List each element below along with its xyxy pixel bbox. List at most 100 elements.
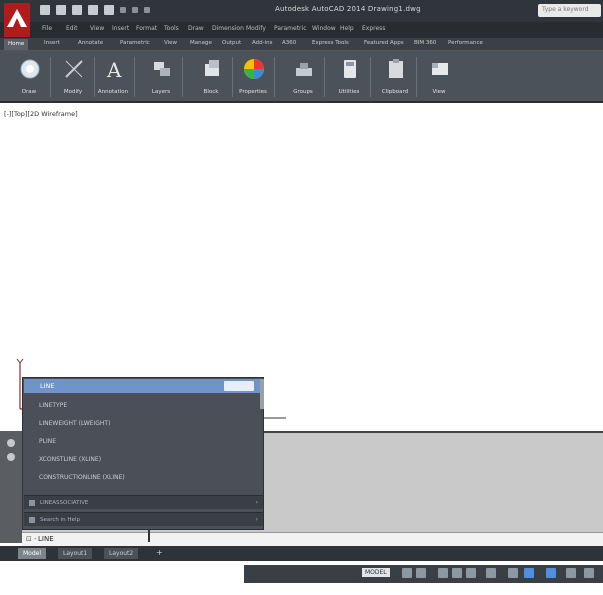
autocomplete-selected-item[interactable]: LINE — [24, 379, 260, 393]
autocomplete-selected-label: LINE — [40, 382, 55, 390]
viewport-controls[interactable]: [-][Top][2D Wireframe] — [4, 110, 78, 118]
autocomplete-section-label: Search in Help — [40, 517, 80, 523]
ribbon-separator — [50, 57, 51, 97]
ribbon-panel-label: Block — [203, 89, 219, 95]
tab-model[interactable]: Model — [18, 548, 47, 559]
tab-output[interactable]: Output — [222, 40, 241, 46]
menu-item[interactable]: Format — [136, 25, 157, 32]
utilities-icon — [339, 58, 361, 80]
search-input[interactable]: Type a keyword — [538, 4, 601, 17]
save-as-icon[interactable] — [88, 5, 98, 15]
groups-icon — [293, 58, 315, 80]
dynamic-ucs-icon[interactable] — [508, 568, 518, 578]
ortho-icon[interactable] — [438, 568, 448, 578]
selection-cycling-icon[interactable] — [546, 568, 556, 578]
redo-icon[interactable] — [132, 7, 138, 13]
open-icon[interactable] — [56, 5, 66, 15]
workspace-dropdown-icon[interactable] — [144, 7, 150, 13]
autocomplete-item[interactable]: LINEWEIGHT (LWEIGHT) — [39, 420, 110, 427]
grid-icon[interactable] — [402, 568, 412, 578]
annotation-scale-icon[interactable] — [566, 568, 576, 578]
block-icon — [201, 58, 223, 80]
ribbon-separator — [182, 57, 183, 97]
otrack-icon[interactable] — [486, 568, 496, 578]
close-icon[interactable] — [7, 439, 15, 447]
ribbon-separator — [134, 57, 135, 97]
tab-performance[interactable]: Performance — [448, 40, 483, 46]
properties-icon — [243, 58, 265, 80]
ribbon-panel-utilities[interactable]: Utilities — [332, 53, 366, 101]
drawing-line — [262, 417, 286, 419]
autocomplete-section[interactable]: LINEASSOCIATIVE › — [24, 495, 263, 509]
ribbon-panel-draw[interactable]: Draw — [12, 53, 46, 101]
command-window-handle[interactable] — [0, 431, 22, 543]
menu-item[interactable]: Help — [340, 25, 354, 32]
save-icon[interactable] — [72, 5, 82, 15]
add-layout-icon[interactable]: + — [156, 548, 163, 557]
customization-icon[interactable] — [584, 568, 594, 578]
autocomplete-item[interactable]: LINETYPE — [39, 402, 67, 409]
ribbon-panel-annotation[interactable]: A Annotation — [96, 53, 130, 101]
layout-tab-bar: Model Layout1 Layout2 + — [0, 546, 603, 561]
customize-icon[interactable] — [7, 453, 15, 461]
ribbon-panel-modify[interactable]: Modify — [56, 53, 90, 101]
chevron-right-icon: › — [255, 499, 258, 506]
menu-item[interactable]: Insert — [112, 25, 129, 32]
lineweight-icon[interactable] — [524, 568, 534, 578]
osnap-icon[interactable] — [466, 568, 476, 578]
tab-featured-apps[interactable]: Featured Apps — [364, 40, 404, 46]
command-line[interactable]: ⊡ - LINE — [22, 532, 603, 546]
autocomplete-item[interactable]: XCONSTLINE (XLINE) — [39, 456, 101, 463]
tab-layout1[interactable]: Layout1 — [58, 548, 93, 559]
ribbon-separator — [324, 57, 325, 97]
tab-a360[interactable]: A360 — [282, 40, 296, 46]
ribbon-panel-layers[interactable]: Layers — [144, 53, 178, 101]
menu-item[interactable]: Tools — [164, 25, 179, 32]
plot-icon[interactable] — [104, 5, 114, 15]
menu-item[interactable]: Window — [312, 25, 336, 32]
menu-item[interactable]: Express — [362, 25, 385, 32]
menu-item[interactable]: Draw — [188, 25, 204, 32]
autocomplete-scrollbar[interactable] — [260, 379, 264, 409]
tab-bim-360[interactable]: BIM 360 — [414, 40, 436, 46]
command-input[interactable]: LINE — [38, 535, 54, 543]
ribbon-panel-block[interactable]: Block — [194, 53, 228, 101]
undo-icon[interactable] — [120, 7, 126, 13]
tab-add-ins[interactable]: Add-ins — [252, 40, 273, 46]
tab-express-tools[interactable]: Express Tools — [312, 40, 349, 46]
tab-view[interactable]: View — [164, 40, 177, 46]
tab-home[interactable]: Home — [4, 39, 29, 50]
tab-annotate[interactable]: Annotate — [78, 40, 103, 46]
autocomplete-section-label: LINEASSOCIATIVE — [40, 500, 89, 506]
help-icon — [29, 517, 35, 523]
polar-icon[interactable] — [452, 568, 462, 578]
ribbon-panel-view[interactable]: View — [422, 53, 456, 101]
autocomplete-item[interactable]: CONSTRUCTIONLINE (XLINE) — [39, 474, 125, 481]
autocomplete-item[interactable]: PLINE — [39, 438, 56, 445]
application-menu-button[interactable] — [4, 3, 30, 37]
tab-manage[interactable]: Manage — [190, 40, 212, 46]
menu-item[interactable]: View — [90, 25, 104, 32]
view-icon — [429, 58, 451, 80]
autocomplete-item-label: PLINE — [39, 438, 57, 445]
draw-circle-icon — [19, 58, 41, 80]
autocomplete-section[interactable]: Search in Help › — [24, 512, 263, 526]
menu-item[interactable]: File — [42, 25, 52, 32]
tab-parametric[interactable]: Parametric — [120, 40, 150, 46]
autocomplete-item-label: LINEWEIGHT (LWEIGHT) — [39, 420, 111, 427]
menu-item[interactable]: Dimension — [212, 25, 244, 32]
ribbon-panel-properties[interactable]: Properties — [236, 53, 270, 101]
menu-item[interactable]: Modify — [246, 25, 266, 32]
ribbon-panel-groups[interactable]: Groups — [286, 53, 320, 101]
model-space-button[interactable]: MODEL — [362, 568, 390, 577]
new-icon[interactable] — [40, 5, 50, 15]
menu-item[interactable]: Parametric — [274, 25, 307, 32]
autocomplete-item-label: LINETYPE — [39, 402, 68, 409]
tab-layout2[interactable]: Layout2 — [104, 548, 139, 559]
menu-item[interactable]: Edit — [66, 25, 78, 32]
annotation-icon: A — [103, 58, 125, 82]
tab-insert[interactable]: Insert — [44, 40, 60, 46]
ribbon-panel-clipboard[interactable]: Clipboard — [378, 53, 412, 101]
snap-icon[interactable] — [416, 568, 426, 578]
autocad-logo-icon — [7, 9, 27, 27]
